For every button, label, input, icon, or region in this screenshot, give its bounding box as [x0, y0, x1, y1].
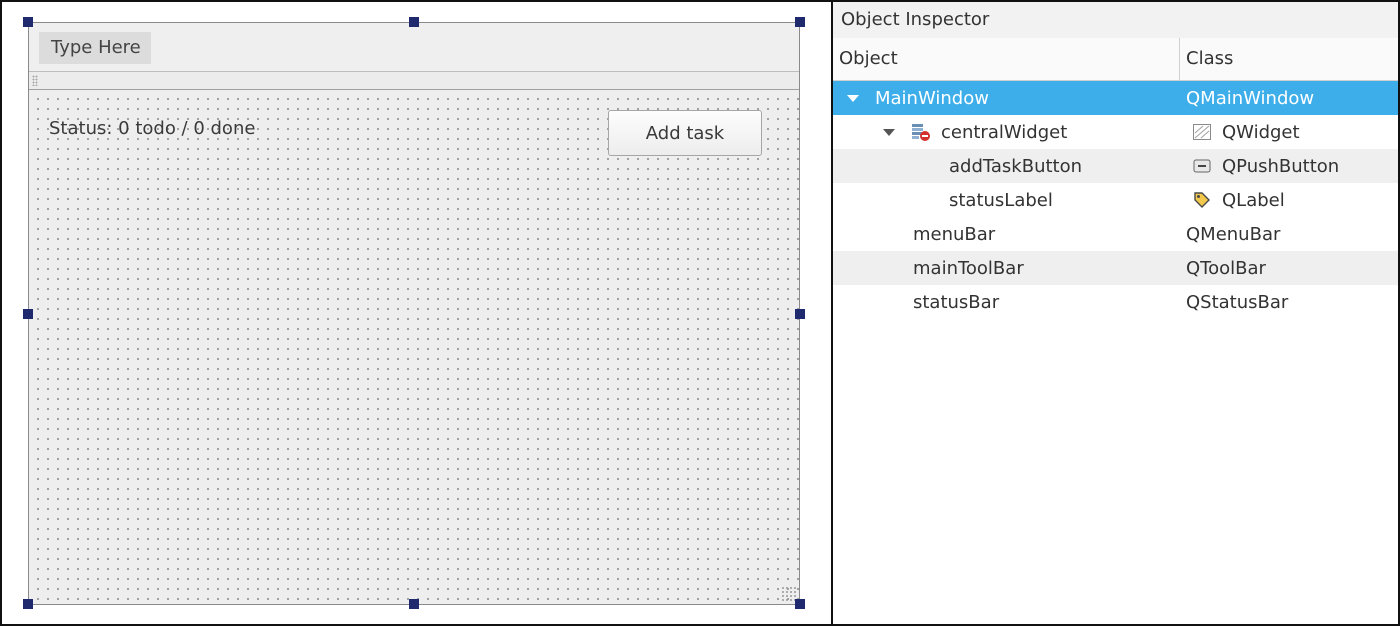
layout-broken-icon — [911, 122, 931, 142]
tree-row-centralwidget[interactable]: centralWidget QWidget — [833, 115, 1398, 149]
tree-row-statuslabel[interactable]: statusLabel QLabel — [833, 183, 1398, 217]
widget-icon — [1192, 122, 1212, 142]
object-inspector-header: Object Class — [833, 38, 1398, 81]
selection-handle-bottom-right[interactable] — [795, 599, 805, 609]
status-label[interactable]: Status: 0 todo / 0 done — [49, 118, 255, 139]
class-name: QMainWindow — [1186, 87, 1315, 109]
selection-handle-bottom[interactable] — [409, 599, 419, 609]
class-name: QWidget — [1222, 121, 1300, 143]
column-header-class[interactable]: Class — [1180, 38, 1398, 80]
class-name: QMenuBar — [1186, 223, 1281, 245]
central-widget-canvas[interactable]: Status: 0 todo / 0 done Add task — [29, 90, 799, 604]
object-name: menuBar — [913, 223, 996, 245]
qt-designer-screen: Type Here Status: 0 todo / 0 done Add ta… — [0, 0, 1400, 626]
object-name: mainToolBar — [913, 257, 1024, 279]
object-tree: MainWindow QMainWindow centralWidget QWi… — [833, 81, 1398, 319]
add-task-button[interactable]: Add task — [608, 110, 762, 156]
object-name: centralWidget — [941, 121, 1068, 143]
object-name: MainWindow — [875, 87, 989, 109]
selection-handle-top-right[interactable] — [795, 17, 805, 27]
form-menubar: Type Here — [29, 23, 799, 72]
tree-row-mainwindow[interactable]: MainWindow QMainWindow — [833, 81, 1398, 115]
class-name: QStatusBar — [1186, 291, 1289, 313]
form-main-toolbar — [29, 72, 799, 90]
object-inspector-panel: Object Inspector Object Class MainWindow… — [833, 2, 1398, 624]
object-name: addTaskButton — [949, 155, 1083, 177]
object-name: statusBar — [913, 291, 1000, 313]
class-name: QToolBar — [1186, 257, 1266, 279]
class-name: QPushButton — [1222, 155, 1340, 177]
toolbar-grip-handle[interactable] — [32, 75, 38, 86]
form-editor-area: Type Here Status: 0 todo / 0 done Add ta… — [2, 2, 833, 624]
tree-row-addtaskbutton[interactable]: addTaskButton QPushButton — [833, 149, 1398, 183]
class-name: QLabel — [1222, 189, 1285, 211]
pushbutton-icon — [1192, 156, 1212, 176]
selection-handle-top[interactable] — [409, 17, 419, 27]
label-tag-icon — [1192, 190, 1212, 210]
tree-row-statusbar[interactable]: statusBar QStatusBar — [833, 285, 1398, 319]
main-window-form[interactable]: Type Here Status: 0 todo / 0 done Add ta… — [28, 22, 800, 605]
selection-handle-bottom-left[interactable] — [23, 599, 33, 609]
expand-arrow-icon[interactable] — [883, 128, 895, 136]
object-inspector-title: Object Inspector — [833, 2, 1398, 38]
selection-handle-right[interactable] — [795, 309, 805, 319]
tree-row-maintoolbar[interactable]: mainToolBar QToolBar — [833, 251, 1398, 285]
selection-handle-top-left[interactable] — [23, 17, 33, 27]
tree-row-menubar[interactable]: menuBar QMenuBar — [833, 217, 1398, 251]
selection-handle-left[interactable] — [23, 309, 33, 319]
menu-type-here-placeholder[interactable]: Type Here — [39, 32, 151, 64]
object-name: statusLabel — [949, 189, 1053, 211]
column-header-object[interactable]: Object — [833, 38, 1180, 80]
expand-arrow-icon[interactable] — [847, 94, 859, 102]
